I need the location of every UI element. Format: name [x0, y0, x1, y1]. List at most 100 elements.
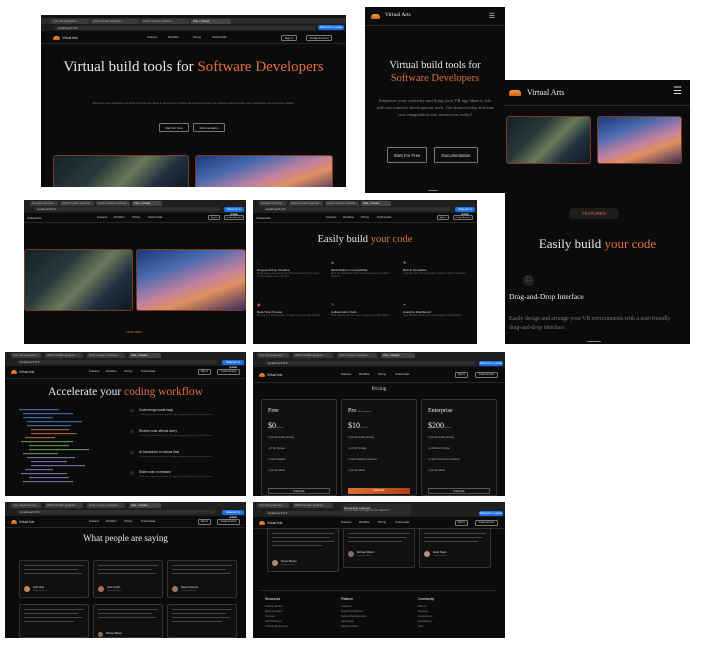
browser-tab[interactable]: Web3 health applicat... — [289, 201, 323, 206]
nav-link-features[interactable]: Features — [341, 521, 351, 524]
create-account-button[interactable]: Create Account — [475, 520, 498, 526]
relaunch-update-button[interactable]: Relaunch to update — [222, 509, 244, 519]
nav-link-testimonials[interactable]: Testimonials — [212, 36, 226, 39]
workflow-item-text: Track the performance of your VR apps an… — [139, 456, 213, 458]
documentation-button[interactable]: Documentation — [193, 123, 225, 132]
browser-tab[interactable]: build modern website... — [325, 201, 359, 206]
url-bar[interactable]: localhost:5173 — [34, 207, 220, 211]
browser-tab[interactable]: Your Repositories — [11, 503, 41, 508]
nav-link-pricing[interactable]: Pricing — [361, 216, 369, 219]
browser-tab[interactable]: Your Repositories — [11, 353, 41, 358]
browser-tab-active[interactable]: Vite + React — [132, 201, 162, 206]
create-account-button[interactable]: Create Account — [217, 519, 240, 525]
create-account-button[interactable]: Create Account — [217, 369, 240, 375]
sign-in-button[interactable]: Sign In — [198, 369, 211, 375]
browser-tab[interactable]: build modern website... — [96, 201, 130, 206]
url-bar[interactable]: localhost:5173 — [17, 510, 216, 514]
nav-link-workflow[interactable]: Workflow — [106, 520, 117, 523]
browser-tab[interactable]: Web3 health applicat... — [45, 353, 83, 358]
relaunch-update-button[interactable]: Relaunch to update — [479, 510, 503, 516]
relaunch-update-button[interactable]: Relaunch to update — [224, 206, 244, 216]
nav-link-pricing[interactable]: Pricing — [193, 36, 201, 39]
footer-link[interactable]: Release Notes — [341, 624, 367, 629]
nav-link-pricing[interactable]: Pricing — [378, 373, 386, 376]
browser-tab[interactable]: Your Repositories — [257, 353, 289, 358]
nav-link-testimonials[interactable]: Testimonials — [395, 521, 409, 524]
screenshot-desktop-images: Google Chrome Web3 health applicat... bu… — [24, 200, 246, 344]
nav-link-workflow[interactable]: Workflow — [359, 521, 370, 524]
create-account-button[interactable]: Create Account — [224, 215, 244, 220]
sign-in-button[interactable]: Sign In — [198, 519, 211, 525]
sign-in-button[interactable]: Sign In — [437, 215, 449, 220]
url-bar[interactable]: localhost:5173 — [17, 360, 216, 364]
sign-in-button[interactable]: Sign In — [208, 215, 220, 220]
brand-name: Virtual Arts — [19, 520, 35, 524]
nav-link-testimonials[interactable]: Testimonials — [141, 520, 155, 523]
nav-link-workflow[interactable]: Workflow — [168, 36, 179, 39]
relaunch-update-button[interactable]: Relaunch to update — [455, 206, 475, 216]
nav-link-pricing[interactable]: Pricing — [378, 521, 386, 524]
url-bar[interactable]: localhost:5173 — [263, 207, 451, 211]
nav-link-workflow[interactable]: Workflow — [114, 216, 125, 219]
browser-tab[interactable]: Web3 health applicat... — [45, 503, 83, 508]
browser-tab[interactable]: build modern website... — [87, 503, 125, 508]
screenshot-notification[interactable]: Screenshot captured You can paste the im… — [341, 504, 411, 516]
relaunch-update-button[interactable]: Relaunch to update — [318, 25, 344, 30]
subscribe-button[interactable]: Subscribe — [348, 488, 410, 494]
subscribe-button[interactable]: Subscribe — [268, 488, 330, 494]
browser-tab[interactable]: build modern website... — [87, 353, 125, 358]
nav-link-testimonials[interactable]: Testimonials — [148, 216, 162, 219]
footer-link[interactable]: Community Forums — [265, 624, 288, 629]
nav-link-features[interactable]: Features — [326, 216, 336, 219]
nav-link-testimonials[interactable]: Testimonials — [395, 373, 409, 376]
nav-link-workflow[interactable]: Workflow — [359, 373, 370, 376]
browser-tab-active[interactable]: Vite + React — [381, 353, 415, 358]
footer-link[interactable]: System Requirements — [341, 614, 367, 619]
start-for-free-button[interactable]: Start For Free — [159, 123, 189, 132]
nav-link-pricing[interactable]: Pricing — [124, 520, 132, 523]
browser-tab-active[interactable]: Vite + React — [361, 201, 391, 206]
nav-link-features[interactable]: Features — [341, 373, 351, 376]
nav-link-pricing[interactable]: Pricing — [124, 370, 132, 373]
sign-in-button[interactable]: Sign In — [455, 372, 468, 378]
plan-card-pro: Pro Most Popular $10/Month ◎ Private boa… — [341, 399, 417, 496]
nav-link-workflow[interactable]: Workflow — [106, 370, 117, 373]
browser-tab[interactable]: Web3 health applicat... — [293, 503, 333, 508]
relaunch-update-button[interactable]: Relaunch to update — [479, 360, 503, 366]
menu-icon[interactable]: ☰ — [673, 86, 682, 97]
url-bar[interactable]: localhost:5173 — [265, 361, 475, 365]
nav-link-features[interactable]: Features — [89, 520, 99, 523]
documentation-button[interactable]: Documentation — [434, 147, 478, 163]
menu-icon[interactable]: ☰ — [489, 12, 495, 20]
nav-link-features[interactable]: Features — [97, 216, 107, 219]
start-for-free-button[interactable]: Start For Free — [387, 147, 427, 163]
nav-link-workflow[interactable]: Workflow — [343, 216, 354, 219]
create-account-button[interactable]: Create Account — [475, 372, 498, 378]
browser-tab[interactable]: Web3 health applicat... — [293, 353, 333, 358]
nav-link-testimonials[interactable]: Testimonials — [141, 370, 155, 373]
browser-tab[interactable]: build modern website... — [337, 353, 377, 358]
relaunch-update-button[interactable]: Relaunch to update — [222, 359, 244, 369]
nav-link-features[interactable]: Features — [89, 370, 99, 373]
browser-tab-active[interactable]: Vite + React — [129, 503, 161, 508]
footer-link[interactable]: Supported Devices — [341, 609, 367, 614]
browser-tab-active[interactable]: Vite + React — [129, 353, 161, 358]
quote-line — [98, 573, 156, 574]
browser-tab[interactable]: Web3 health applicat... — [60, 201, 94, 206]
browser-tab[interactable]: Your Repositories — [257, 503, 289, 508]
browser-tab[interactable]: Google Chrome — [259, 201, 287, 206]
nav-link-pricing[interactable]: Pricing — [132, 216, 140, 219]
url-bar[interactable]: localhost:5173 — [55, 25, 316, 30]
browser-tab[interactable]: Google Chrome — [30, 201, 58, 206]
footer-link[interactable]: Conferences — [418, 614, 434, 619]
create-account-button[interactable]: Create Account — [306, 35, 332, 41]
nav-link-features[interactable]: Features — [147, 36, 157, 39]
footer-link[interactable]: Jobs — [418, 624, 434, 629]
plan-feature: ◎ Unlimited Storage — [428, 447, 450, 450]
create-account-button[interactable]: Create Account — [453, 215, 473, 220]
subscribe-button[interactable]: Subscribe — [428, 488, 490, 494]
sign-in-button[interactable]: Sign In — [455, 520, 468, 526]
nav-link-testimonials[interactable]: Testimonials — [377, 216, 391, 219]
sign-in-button[interactable]: Sign In — [281, 35, 297, 41]
footer-link[interactable]: Hackathons — [418, 619, 434, 624]
